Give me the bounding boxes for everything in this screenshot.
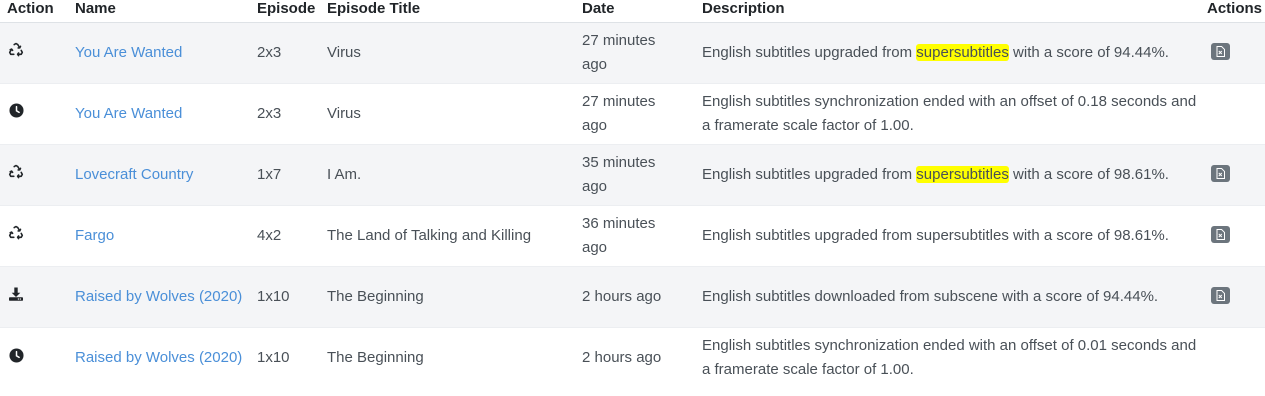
description-main: English subtitles upgraded from supersub…: [702, 227, 1169, 244]
episode-title-cell: Virus: [327, 22, 582, 84]
description-text: English subtitles upgraded from supersub…: [702, 41, 1197, 65]
episode-title-cell: The Land of Talking and Killing: [327, 205, 582, 267]
header-actions: Actions: [1207, 0, 1265, 23]
table-row: Lovecraft Country 1x7 I Am. 35 minutes a…: [0, 144, 1265, 206]
table-row: You Are Wanted 2x3 Virus 27 minutes ago …: [0, 83, 1265, 145]
description-text: English subtitles downloaded from subsce…: [702, 285, 1197, 309]
table-header-row: Action Name Episode Episode Title Date D…: [0, 0, 1265, 23]
actions-cell: [1207, 144, 1265, 206]
description-tail: with a score of 98.61%.: [1008, 166, 1169, 183]
episode-title-cell: Virus: [327, 83, 582, 145]
description-cell: English subtitles upgraded from supersub…: [702, 22, 1207, 84]
date-text: 2 hours ago: [582, 349, 662, 367]
episode-cell: 2x3: [257, 22, 327, 84]
series-link[interactable]: You Are Wanted: [75, 41, 182, 65]
episode-cell: 4x2: [257, 205, 327, 267]
name-cell: You Are Wanted: [75, 83, 257, 145]
header-name[interactable]: Name: [75, 0, 257, 23]
name-cell: You Are Wanted: [75, 22, 257, 84]
subtitle-file-button[interactable]: [1211, 226, 1230, 243]
history-table: Action Name Episode Episode Title Date D…: [0, 0, 1265, 389]
clock-icon: [7, 102, 25, 120]
name-cell: Lovecraft Country: [75, 144, 257, 206]
header-action[interactable]: Action: [0, 0, 75, 23]
episode-title-cell: The Beginning: [327, 266, 582, 328]
table-row: Raised by Wolves (2020) 1x10 The Beginni…: [0, 266, 1265, 328]
date-cell: 27 minutes ago: [582, 83, 702, 145]
action-cell: [0, 83, 75, 145]
table-row: Raised by Wolves (2020) 1x10 The Beginni…: [0, 327, 1265, 389]
series-link[interactable]: Lovecraft Country: [75, 163, 193, 187]
description-tail: with a score of 94.44%.: [1008, 44, 1169, 61]
file-icon: [1216, 46, 1225, 57]
description-cell: English subtitles synchronization ended …: [702, 327, 1207, 389]
description-main: English subtitles upgraded from: [702, 166, 917, 183]
actions-cell: [1207, 205, 1265, 267]
description-text: English subtitles upgraded from supersub…: [702, 163, 1197, 187]
subtitle-file-button[interactable]: [1211, 287, 1230, 304]
episode-title-cell: I Am.: [327, 144, 582, 206]
actions-cell: [1207, 327, 1265, 389]
action-cell: [0, 22, 75, 84]
description-text: English subtitles synchronization ended …: [702, 90, 1197, 138]
recycle-icon: [7, 224, 25, 242]
date-cell: 27 minutes ago: [582, 22, 702, 84]
date-text: 27 minutes ago: [582, 93, 656, 134]
description-cell: English subtitles upgraded from supersub…: [702, 205, 1207, 267]
file-icon: [1216, 168, 1225, 179]
series-link[interactable]: Fargo: [75, 224, 114, 248]
provider-highlight: supersubtitles: [916, 44, 1009, 61]
name-cell: Raised by Wolves (2020): [75, 266, 257, 328]
action-cell: [0, 266, 75, 328]
table-row: You Are Wanted 2x3 Virus 27 minutes ago …: [0, 22, 1265, 84]
date-cell: 35 minutes ago: [582, 144, 702, 206]
description-text: English subtitles upgraded from supersub…: [702, 224, 1197, 248]
date-cell: 36 minutes ago: [582, 205, 702, 267]
episode-cell: 1x10: [257, 327, 327, 389]
description-cell: English subtitles synchronization ended …: [702, 83, 1207, 145]
recycle-icon: [7, 163, 25, 181]
episode-cell: 1x7: [257, 144, 327, 206]
description-main: English subtitles synchronization ended …: [702, 93, 1197, 134]
actions-cell: [1207, 22, 1265, 84]
description-text: English subtitles synchronization ended …: [702, 334, 1197, 382]
description-main: English subtitles upgraded from: [702, 44, 917, 61]
action-cell: [0, 205, 75, 267]
clock-icon: [7, 346, 25, 364]
date-text: 35 minutes ago: [582, 154, 656, 195]
name-cell: Fargo: [75, 205, 257, 267]
download-icon: [7, 285, 25, 303]
date-cell: 2 hours ago: [582, 266, 702, 328]
episode-cell: 2x3: [257, 83, 327, 145]
date-text: 36 minutes ago: [582, 215, 656, 256]
series-link[interactable]: Raised by Wolves (2020): [75, 285, 242, 309]
actions-cell: [1207, 83, 1265, 145]
provider-highlight: supersubtitles: [916, 166, 1009, 183]
table-row: Fargo 4x2 The Land of Talking and Killin…: [0, 205, 1265, 267]
series-link[interactable]: Raised by Wolves (2020): [75, 346, 242, 370]
description-cell: English subtitles upgraded from supersub…: [702, 144, 1207, 206]
file-icon: [1216, 290, 1225, 301]
date-cell: 2 hours ago: [582, 327, 702, 389]
subtitle-file-button[interactable]: [1211, 165, 1230, 182]
description-main: English subtitles downloaded from subsce…: [702, 288, 1159, 305]
date-text: 2 hours ago: [582, 288, 662, 305]
episode-title-cell: The Beginning: [327, 327, 582, 389]
date-text: 27 minutes ago: [582, 32, 656, 73]
action-cell: [0, 144, 75, 206]
header-description[interactable]: Description: [702, 0, 1207, 23]
subtitle-file-button[interactable]: [1211, 43, 1230, 60]
recycle-icon: [7, 41, 25, 59]
description-cell: English subtitles downloaded from subsce…: [702, 266, 1207, 328]
description-main: English subtitles synchronization ended …: [702, 337, 1197, 379]
file-icon: [1216, 229, 1225, 240]
name-cell: Raised by Wolves (2020): [75, 327, 257, 389]
actions-cell: [1207, 266, 1265, 328]
header-episode[interactable]: Episode: [257, 0, 327, 23]
header-date[interactable]: Date: [582, 0, 702, 23]
action-cell: [0, 327, 75, 389]
episode-cell: 1x10: [257, 266, 327, 328]
series-link[interactable]: You Are Wanted: [75, 102, 182, 126]
header-episode-title[interactable]: Episode Title: [327, 0, 582, 23]
